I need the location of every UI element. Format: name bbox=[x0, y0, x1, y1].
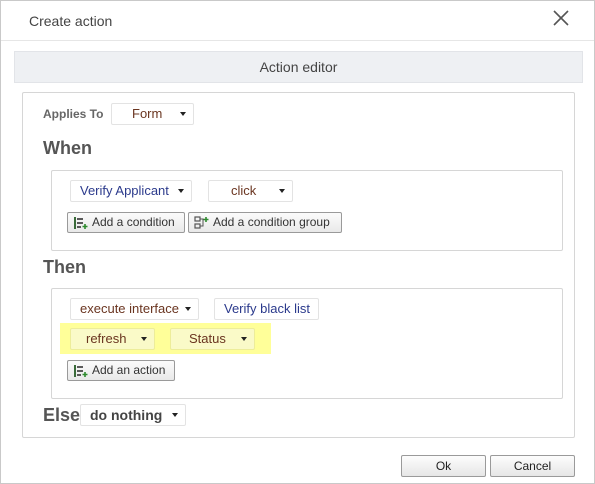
then-param-1-dropdown[interactable]: refresh bbox=[70, 328, 155, 350]
chevron-down-icon bbox=[180, 112, 186, 116]
then-target-value: Verify black list bbox=[224, 301, 310, 316]
else-value: do nothing bbox=[90, 407, 163, 423]
create-action-dialog: Create action Action editor Applies To F… bbox=[0, 0, 595, 484]
add-condition-icon bbox=[74, 217, 88, 229]
chevron-down-icon bbox=[172, 413, 178, 417]
chevron-down-icon bbox=[279, 189, 285, 193]
add-condition-group-icon bbox=[194, 216, 209, 229]
then-param-2-value: Status bbox=[189, 331, 226, 346]
when-subject-dropdown[interactable]: Verify Applicant bbox=[70, 180, 192, 202]
then-heading: Then bbox=[43, 257, 86, 277]
then-action-dropdown[interactable]: execute interface bbox=[70, 298, 199, 320]
when-event-dropdown[interactable]: click bbox=[208, 180, 293, 202]
then-target-field[interactable]: Verify black list bbox=[214, 298, 319, 320]
add-action-button[interactable]: Add an action bbox=[67, 360, 175, 381]
when-subject-value: Verify Applicant bbox=[80, 183, 169, 198]
then-param-2-dropdown[interactable]: Status bbox=[170, 328, 255, 350]
ok-button[interactable]: Ok bbox=[401, 455, 486, 477]
chevron-down-icon bbox=[141, 337, 147, 341]
add-condition-button[interactable]: Add a condition bbox=[67, 212, 185, 233]
add-condition-group-label: Add a condition group bbox=[213, 215, 330, 229]
dialog-title: Create action bbox=[29, 13, 113, 29]
dialog-titlebar: Create action bbox=[1, 1, 594, 41]
add-action-label: Add an action bbox=[92, 363, 166, 377]
else-dropdown[interactable]: do nothing bbox=[80, 404, 186, 426]
else-heading: Else bbox=[43, 405, 81, 425]
close-icon[interactable] bbox=[551, 8, 571, 28]
applies-to-dropdown[interactable]: Form bbox=[111, 103, 194, 125]
chevron-down-icon bbox=[241, 337, 247, 341]
when-event-value: click bbox=[231, 183, 257, 198]
chevron-down-icon bbox=[185, 307, 191, 311]
applies-to-label: Applies To bbox=[43, 107, 104, 121]
cancel-button[interactable]: Cancel bbox=[490, 455, 575, 477]
add-action-icon bbox=[74, 365, 88, 377]
when-heading: When bbox=[43, 138, 92, 158]
add-condition-label: Add a condition bbox=[92, 215, 175, 229]
applies-to-value: Form bbox=[132, 106, 163, 121]
then-param-1-value: refresh bbox=[86, 331, 127, 346]
chevron-down-icon bbox=[178, 189, 184, 193]
then-action-value: execute interface bbox=[80, 301, 180, 316]
add-condition-group-button[interactable]: Add a condition group bbox=[188, 212, 342, 233]
action-editor-header: Action editor bbox=[14, 51, 583, 83]
